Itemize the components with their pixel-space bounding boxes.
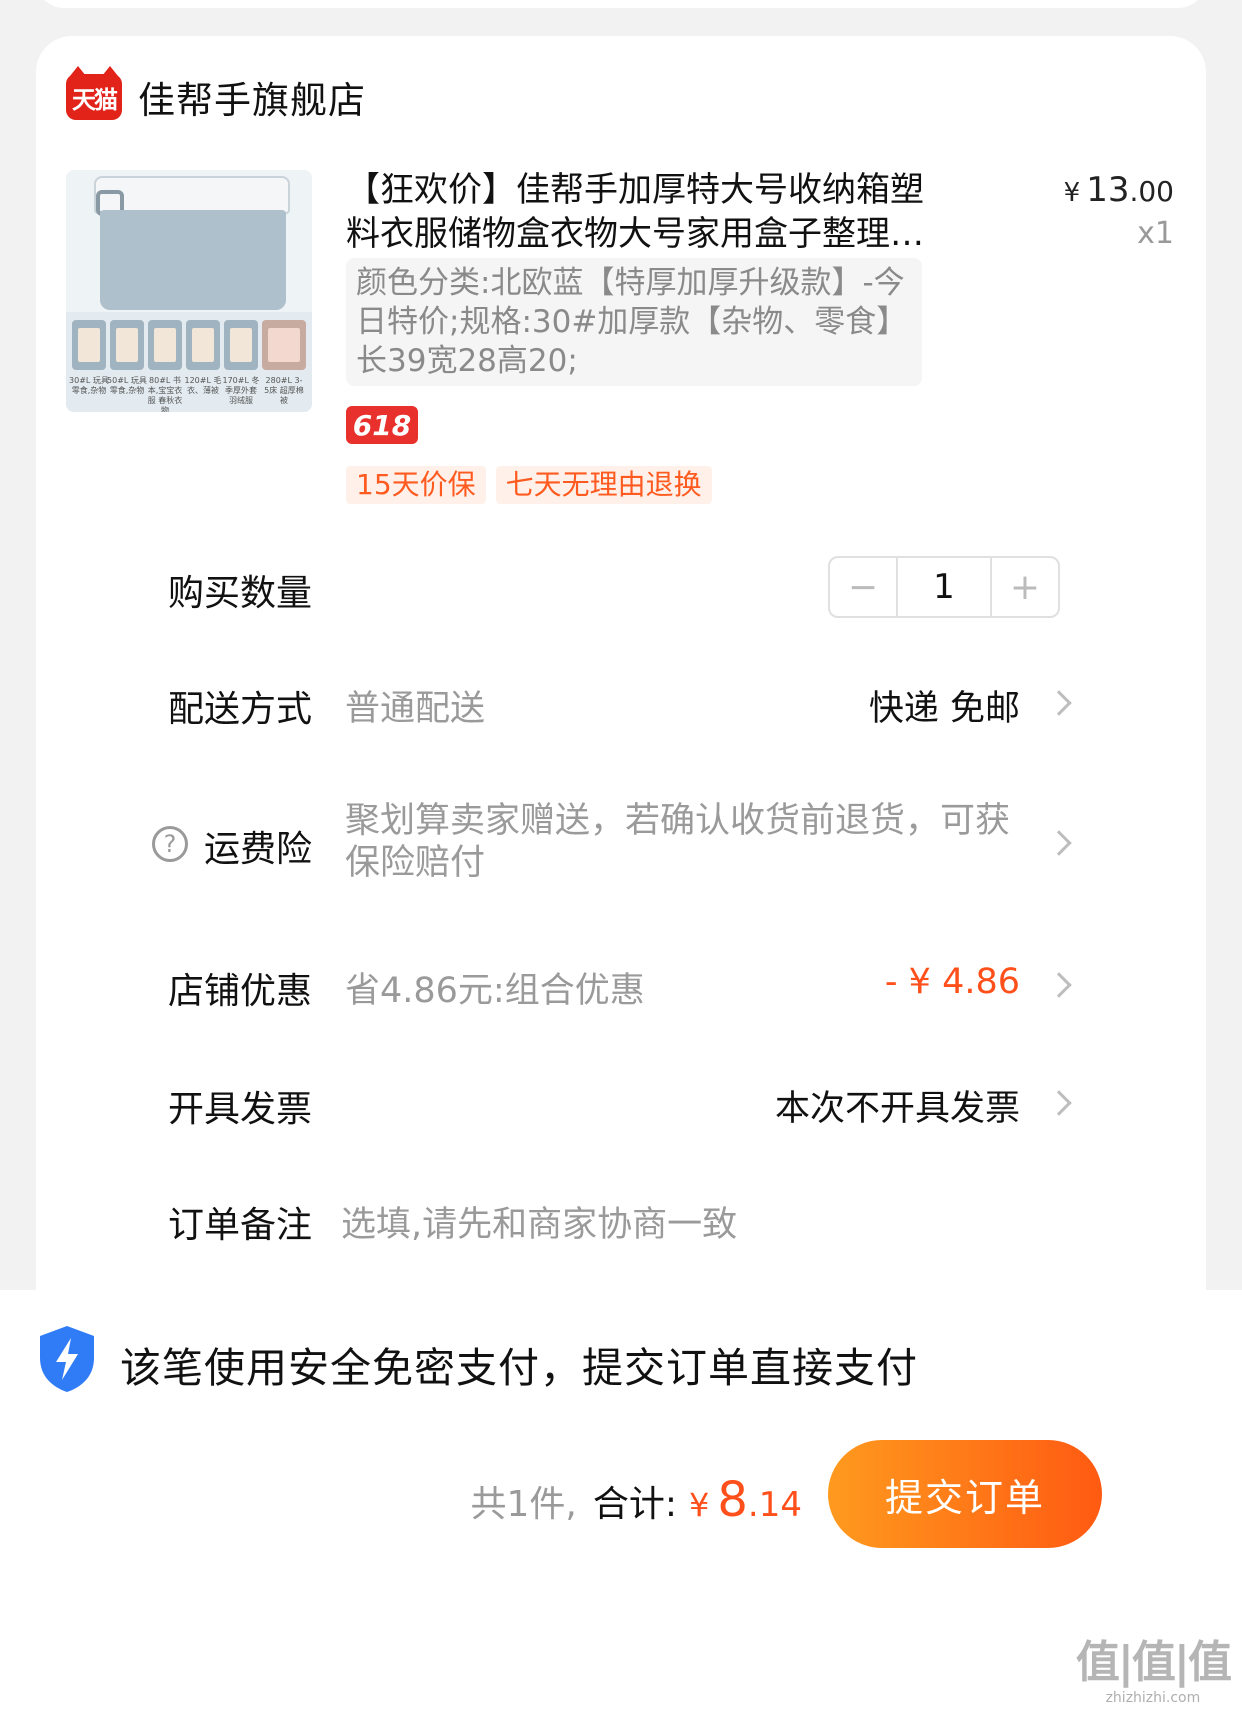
service-tags: 15天价保 七天无理由退换 (346, 466, 712, 504)
promo-618-badge: 618 (346, 406, 418, 444)
total-label: 合计: (592, 1484, 678, 1525)
insurance-description: 聚划算卖家赠送，若确认收货前退货，可获保险赔付 (345, 801, 1011, 883)
mini-box (110, 320, 144, 370)
invoice-value[interactable]: 本次不开具发票 (775, 1080, 1020, 1131)
quantity-value[interactable]: 1 (896, 558, 992, 616)
price-column: ¥13.00 x1 (1064, 170, 1174, 251)
mini-box (72, 320, 106, 370)
watermark-logo: 值|值|值 (1075, 1637, 1232, 1688)
site-watermark: 值|值|值 zhizhizhi.com (1075, 1626, 1232, 1706)
price-integer: 13 (1086, 170, 1130, 210)
tmall-logo-icon: 天猫 (66, 66, 122, 120)
price-decimal: .00 (1129, 175, 1174, 208)
watermark-url: zhizhizhi.com (1105, 1690, 1201, 1706)
secure-payment-notice: 该笔使用安全免密支付，提交订单直接支付 (120, 1344, 918, 1392)
insurance-label: 运费险 (204, 829, 313, 870)
quantity-label: 购买数量 (168, 573, 313, 614)
total-currency: ¥ (689, 1486, 710, 1524)
product-image[interactable]: 30#L 玩具 零食,杂物 50#L 玩具 零食,杂物 80#L 书本,宝宝衣服… (66, 170, 312, 412)
shop-header[interactable]: 天猫 佳帮手旗舰店 (66, 66, 366, 124)
note-label: 订单备注 (168, 1205, 313, 1246)
total-decimal: .14 (747, 1485, 802, 1525)
total-integer: 8 (717, 1472, 748, 1528)
delivery-method: 普通配送 (345, 689, 486, 729)
submit-order-button[interactable]: 提交订单 (828, 1440, 1102, 1548)
discount-value[interactable]: - ¥ 4.86 (885, 962, 1020, 1002)
previous-card-edge (36, 0, 1206, 8)
quantity-stepper[interactable]: − 1 + (828, 556, 1060, 618)
price-protect-tag: 15天价保 (346, 466, 486, 504)
product-title[interactable]: 【狂欢价】佳帮手加厚特大号收纳箱塑料衣服储物盒衣物大号家用盒子整理… (346, 168, 926, 256)
delivery-label: 配送方式 (168, 689, 313, 730)
mini-box (148, 320, 182, 370)
box-body-shape (100, 210, 286, 310)
discount-label: 店铺优惠 (168, 971, 313, 1012)
image-caption: 120#L 毛衣、薄被 (184, 376, 222, 395)
item-quantity: x1 (1137, 216, 1174, 251)
image-caption: 80#L 书本,宝宝衣服 春秋衣物 (147, 376, 183, 412)
help-icon[interactable]: ? (152, 826, 188, 862)
increase-button[interactable]: + (992, 558, 1058, 616)
mini-box (186, 320, 220, 370)
mini-box (224, 320, 258, 370)
price-currency: ¥ (1063, 178, 1081, 208)
decrease-button[interactable]: − (830, 558, 896, 616)
note-input[interactable]: 选填,请先和商家协商一致 (341, 1196, 737, 1247)
image-caption: 280#L 3-5床 超厚棉被 (264, 376, 304, 405)
mini-box (262, 320, 306, 370)
product-price: ¥13.00 (1064, 170, 1174, 210)
security-shield-icon (40, 1326, 94, 1392)
checkout-footer: 该笔使用安全免密支付，提交订单直接支付 共1件, 合计: ¥ 8 .14 提交订… (0, 1290, 1242, 1718)
sku-description[interactable]: 颜色分类:北欧蓝【特厚加厚升级款】-今日特价;规格:30#加厚款【杂物、零食】长… (346, 258, 922, 386)
shop-name[interactable]: 佳帮手旗舰店 (138, 70, 366, 124)
free-return-tag: 七天无理由退换 (495, 466, 712, 504)
delivery-value[interactable]: 快递 免邮 (869, 680, 1020, 731)
item-count: 共1件, (470, 1484, 577, 1525)
order-summary: 共1件, 合计: ¥ 8 .14 (471, 1472, 802, 1528)
image-caption: 170#L 冬季厚外套 羽绒服 (222, 376, 260, 405)
discount-description: 省4.86元:组合优惠 (345, 971, 645, 1011)
image-caption: 50#L 玩具 零食,杂物 (107, 376, 147, 395)
image-caption: 30#L 玩具 零食,杂物 (69, 376, 109, 395)
invoice-label: 开具发票 (168, 1089, 313, 1130)
